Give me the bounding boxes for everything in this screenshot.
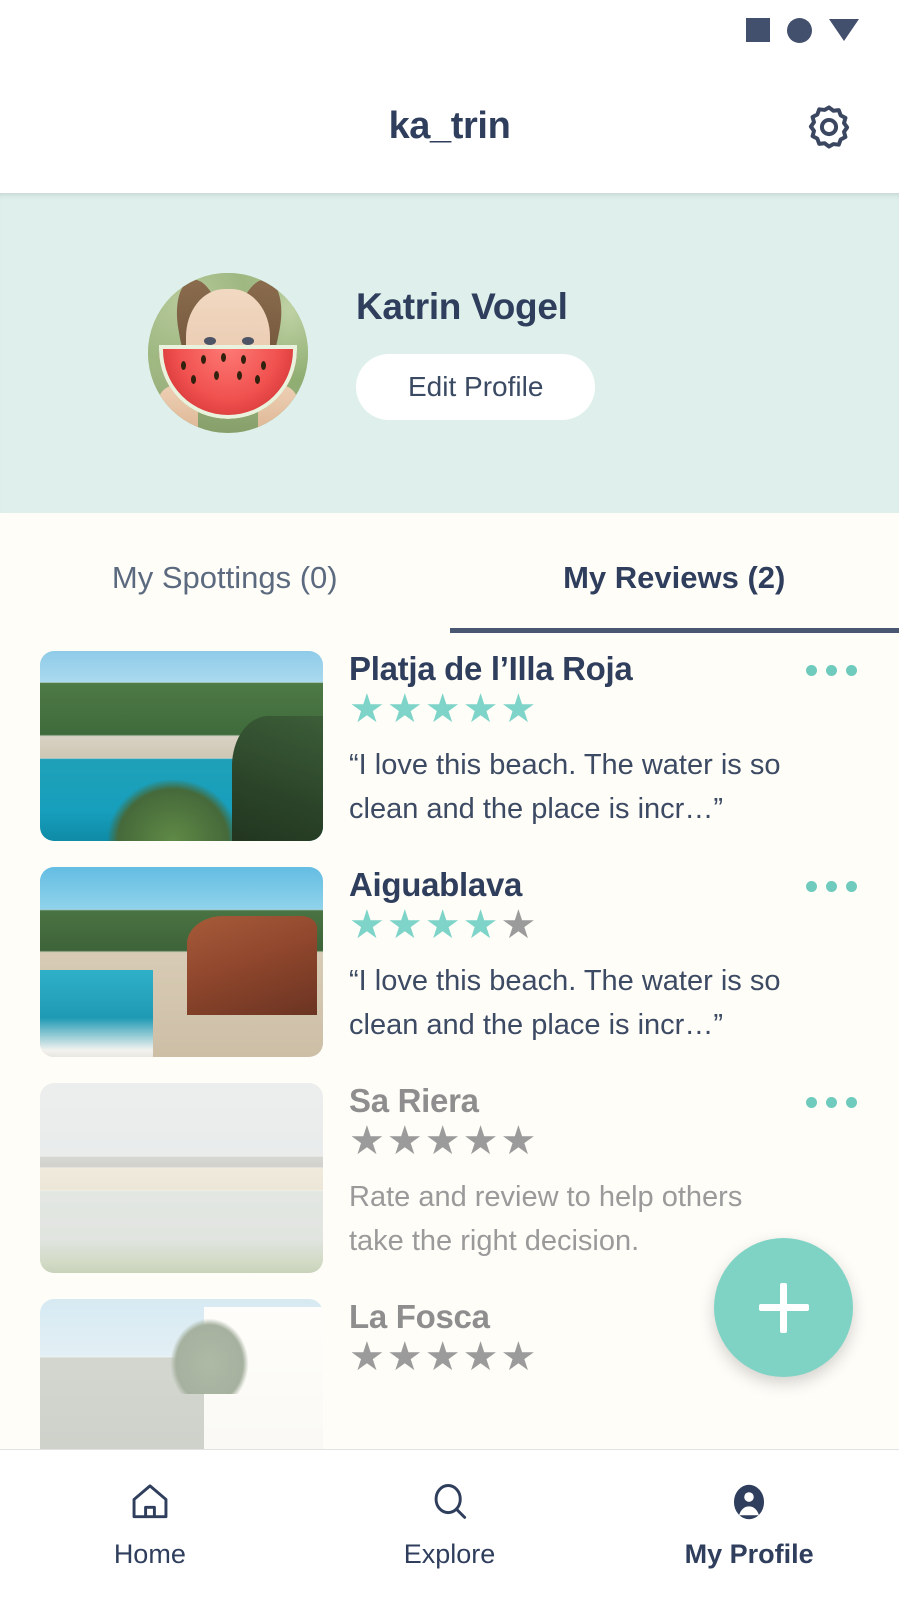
square-icon bbox=[746, 18, 770, 42]
star-rating[interactable]: ★ ★ ★ ★ ★ bbox=[349, 905, 789, 945]
star-icon[interactable]: ★ bbox=[387, 1337, 423, 1377]
nav-label-explore: Explore bbox=[403, 1538, 496, 1569]
person-icon bbox=[727, 1480, 771, 1529]
review-thumbnail bbox=[40, 651, 323, 841]
review-text: Rate and review to help others take the … bbox=[349, 1181, 743, 1258]
plus-icon bbox=[758, 1304, 809, 1311]
more-options-icon[interactable] bbox=[804, 657, 859, 684]
review-text: “I love this beach. The water is so clea… bbox=[349, 749, 781, 826]
star-icon[interactable]: ★ bbox=[387, 905, 423, 945]
star-icon[interactable]: ★ bbox=[349, 1121, 385, 1161]
status-bar bbox=[0, 0, 899, 60]
nav-item-home[interactable]: Home bbox=[0, 1480, 300, 1570]
review-thumbnail bbox=[40, 1299, 323, 1463]
gear-icon[interactable] bbox=[801, 99, 857, 155]
review-title: Platja de l’Illa Roja bbox=[349, 650, 633, 687]
app-bar: ka_trin bbox=[0, 60, 899, 193]
review-thumbnail bbox=[40, 1083, 323, 1273]
app-screen: ka_trin Katrin Vogel Edit Profile My Spo… bbox=[0, 0, 899, 1599]
nav-label-my-profile: My Profile bbox=[684, 1538, 814, 1569]
nav-item-explore[interactable]: Explore bbox=[300, 1480, 600, 1570]
star-icon[interactable]: ★ bbox=[425, 689, 461, 729]
triangle-down-icon bbox=[829, 19, 859, 41]
nav-label-home: Home bbox=[113, 1538, 186, 1569]
add-review-fab[interactable] bbox=[714, 1238, 853, 1377]
review-title: Sa Riera bbox=[349, 1082, 479, 1119]
profile-name: Katrin Vogel bbox=[356, 286, 568, 327]
review-text: “I love this beach. The water is so clea… bbox=[349, 965, 781, 1042]
star-icon[interactable]: ★ bbox=[349, 905, 385, 945]
star-rating[interactable]: ★ ★ ★ ★ ★ bbox=[349, 689, 789, 729]
more-options-icon[interactable] bbox=[804, 873, 859, 900]
star-icon[interactable]: ★ bbox=[425, 905, 461, 945]
review-body: Sa Riera ★ ★ ★ ★ ★ Rate and review to he… bbox=[349, 1082, 859, 1263]
review-thumbnail bbox=[40, 867, 323, 1057]
search-icon bbox=[428, 1480, 472, 1529]
review-body: Platja de l’Illa Roja ★ ★ ★ ★ ★ “I love … bbox=[349, 650, 859, 831]
profile-tabs: My Spottings (0) My Reviews (2) bbox=[0, 513, 899, 633]
star-icon[interactable]: ★ bbox=[500, 1121, 536, 1161]
star-icon[interactable]: ★ bbox=[425, 1337, 461, 1377]
star-icon[interactable]: ★ bbox=[463, 1121, 499, 1161]
page-title: ka_trin bbox=[388, 105, 511, 147]
list-item[interactable]: Aiguablava ★ ★ ★ ★ ★ “I love this beach.… bbox=[0, 866, 899, 1057]
more-options-icon[interactable] bbox=[804, 1089, 859, 1116]
tab-my-reviews[interactable]: My Reviews (2) bbox=[449, 513, 899, 633]
star-icon[interactable]: ★ bbox=[500, 905, 536, 945]
review-title: Aiguablava bbox=[349, 866, 523, 903]
star-icon[interactable]: ★ bbox=[500, 1337, 536, 1377]
avatar-eye-right bbox=[242, 337, 254, 345]
review-body: Aiguablava ★ ★ ★ ★ ★ “I love this beach.… bbox=[349, 866, 859, 1047]
star-icon[interactable]: ★ bbox=[349, 689, 385, 729]
list-item[interactable]: Platja de l’Illa Roja ★ ★ ★ ★ ★ “I love … bbox=[0, 650, 899, 841]
edit-profile-button[interactable]: Edit Profile bbox=[356, 354, 596, 420]
star-icon[interactable]: ★ bbox=[425, 1121, 461, 1161]
star-icon[interactable]: ★ bbox=[463, 905, 499, 945]
tab-my-spottings[interactable]: My Spottings (0) bbox=[0, 513, 450, 633]
star-icon[interactable]: ★ bbox=[500, 689, 536, 729]
profile-details: Katrin Vogel Edit Profile bbox=[356, 286, 596, 420]
avatar-eye-left bbox=[204, 337, 216, 345]
avatar[interactable] bbox=[148, 273, 308, 433]
star-icon[interactable]: ★ bbox=[349, 1337, 385, 1377]
bottom-navigation: Home Explore My Profile bbox=[0, 1449, 899, 1599]
home-icon bbox=[128, 1480, 172, 1529]
star-icon[interactable]: ★ bbox=[463, 1337, 499, 1377]
nav-item-my-profile[interactable]: My Profile bbox=[599, 1480, 899, 1570]
star-icon[interactable]: ★ bbox=[463, 689, 499, 729]
star-icon[interactable]: ★ bbox=[387, 1121, 423, 1161]
profile-banner: Katrin Vogel Edit Profile bbox=[0, 193, 899, 513]
star-rating[interactable]: ★ ★ ★ ★ ★ bbox=[349, 1121, 789, 1161]
star-icon[interactable]: ★ bbox=[387, 689, 423, 729]
circle-icon bbox=[787, 17, 812, 43]
